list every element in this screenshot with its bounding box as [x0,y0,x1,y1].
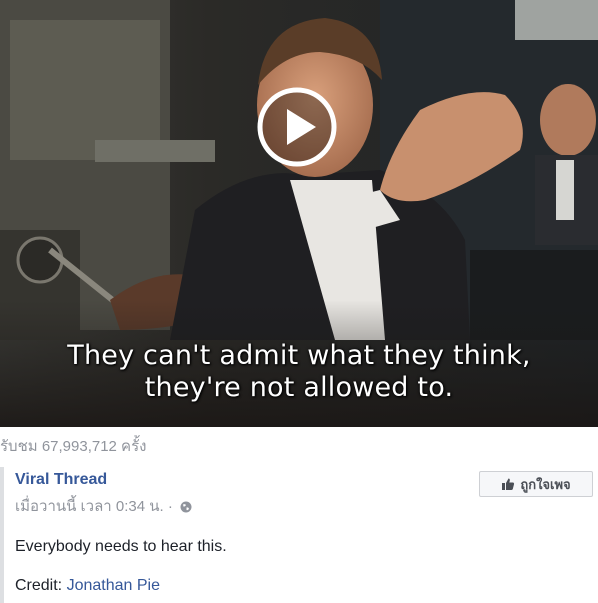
page-name-link[interactable]: Viral Thread [15,471,107,489]
subtitle-line-1: They can't admit what they think, [67,340,531,371]
play-button[interactable] [256,86,338,168]
post: Viral Thread เมื่อวานนี้ เวลา 0:34 น. · … [0,461,598,603]
credit-link[interactable]: Jonathan Pie [67,577,160,594]
credit-prefix: Credit: [15,577,67,594]
meta-separator: · [167,498,173,515]
post-body-text: Everybody needs to hear this. [15,538,227,555]
thumbs-up-icon [502,478,515,490]
post-timestamp[interactable]: เมื่อวานนี้ เวลา 0:34 น. [15,498,164,515]
post-divider [0,467,4,603]
post-meta: เมื่อวานนี้ เวลา 0:34 น. · [15,494,192,518]
post-credit: Credit: Jonathan Pie [15,577,160,595]
play-icon [257,87,337,167]
view-count: รับชม 67,993,712 ครั้ง [0,438,147,455]
video-subtitle: They can't admit what they think, they'r… [0,340,598,404]
subtitle-line-2: they're not allowed to. [144,372,454,403]
video-player[interactable]: They can't admit what they think, they'r… [0,0,598,427]
like-page-label: ถูกใจเพจ [520,476,571,492]
globe-icon[interactable] [180,500,192,517]
like-page-button[interactable]: ถูกใจเพจ [479,471,593,497]
